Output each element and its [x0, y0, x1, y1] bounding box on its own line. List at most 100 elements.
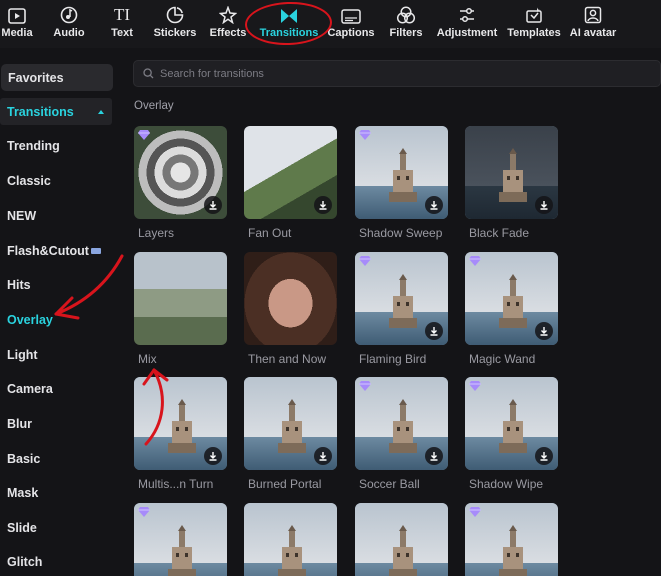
filters-icon	[396, 0, 416, 26]
transition-card[interactable]: Shadow Sweep	[355, 126, 448, 240]
transition-label: Black Fade	[469, 226, 530, 240]
download-icon[interactable]	[204, 447, 222, 465]
transition-card[interactable]: Flaming Bird	[355, 252, 448, 366]
sidebar-item-label: Blur	[7, 416, 32, 431]
premium-gem-icon	[359, 381, 371, 391]
sidebar-item-overlay[interactable]: Overlay	[0, 306, 112, 333]
sidebar-item-mask[interactable]: Mask	[0, 479, 112, 506]
search-input[interactable]: Search for transitions	[133, 60, 661, 87]
transition-card[interactable]: Then and Now	[244, 252, 337, 366]
premium-gem-icon	[469, 507, 481, 517]
toolbar-audio-label: Audio	[53, 27, 85, 39]
download-icon[interactable]	[314, 196, 332, 214]
sidebar-item-classic[interactable]: Classic	[0, 167, 112, 194]
premium-gem-icon	[359, 130, 371, 140]
sidebar-item-flash-cutout[interactable]: Flash&Cutout	[0, 237, 112, 264]
search-placeholder: Search for transitions	[160, 67, 264, 80]
transition-label: Fan Out	[248, 226, 292, 240]
transition-thumbnail	[244, 126, 337, 219]
download-icon[interactable]	[535, 322, 553, 340]
download-icon[interactable]	[204, 196, 222, 214]
transition-label: Multis...n Turn	[138, 477, 214, 491]
transition-card[interactable]: Burned Portal	[244, 377, 337, 491]
sidebar-item-label: Light	[7, 347, 38, 362]
text-icon: TI	[114, 0, 130, 26]
toolbar-audio[interactable]: Audio	[50, 0, 88, 48]
toolbar-filters[interactable]: Filters	[387, 0, 425, 48]
ai-avatar-icon	[584, 0, 602, 26]
transition-thumbnail	[355, 252, 448, 345]
sidebar-item-new[interactable]: NEW	[0, 202, 112, 229]
sidebar-item-glitch[interactable]: Glitch	[0, 548, 112, 575]
sidebar-item-blur[interactable]: Blur	[0, 410, 112, 437]
premium-gem-icon	[359, 256, 371, 266]
captions-icon	[341, 0, 361, 26]
templates-icon	[525, 0, 543, 26]
media-icon	[8, 0, 26, 26]
top-toolbar: Media Audio TI Text Stickers Effects Tra…	[0, 0, 661, 48]
transition-thumbnail	[355, 503, 448, 576]
sidebar-item-label: Glitch	[7, 554, 43, 569]
sidebar-item-label: Slide	[7, 520, 37, 535]
sidebar-item-trending[interactable]: Trending	[0, 132, 112, 159]
toolbar-adjustment-label: Adjustment	[436, 27, 498, 39]
transition-card[interactable]	[355, 503, 448, 576]
sidebar-item-camera[interactable]: Camera	[0, 375, 112, 402]
transition-thumbnail	[244, 252, 337, 345]
transition-card[interactable]: Mix	[134, 252, 227, 366]
transition-thumbnail	[355, 377, 448, 470]
download-icon[interactable]	[535, 196, 553, 214]
premium-gem-icon	[138, 507, 150, 517]
sidebar-item-label: Hits	[7, 277, 31, 292]
transition-card[interactable]: Magic Wand	[465, 252, 558, 366]
transition-card[interactable]: Black Fade	[465, 126, 558, 240]
premium-gem-icon	[469, 381, 481, 391]
sidebar-favorites-label: Favorites	[8, 70, 64, 85]
premium-gem-icon	[138, 130, 150, 140]
transition-card[interactable]: Multis...n Turn	[134, 377, 227, 491]
download-icon[interactable]	[314, 447, 332, 465]
transition-card[interactable]	[134, 503, 227, 576]
transition-card[interactable]: Layers	[134, 126, 227, 240]
toolbar-templates-label: Templates	[507, 27, 561, 39]
transition-card[interactable]: Shadow Wipe	[465, 377, 558, 491]
sidebar-item-favorites[interactable]: Favorites	[1, 64, 113, 91]
download-icon[interactable]	[535, 447, 553, 465]
toolbar-stickers[interactable]: Stickers	[153, 0, 197, 48]
download-icon[interactable]	[425, 322, 443, 340]
toolbar-stickers-label: Stickers	[153, 27, 197, 39]
chevron-up-icon	[98, 109, 104, 114]
transition-label: Layers	[138, 226, 175, 240]
toolbar-transitions-label: Transitions	[259, 27, 319, 39]
transition-thumbnail	[134, 377, 227, 470]
toolbar-ai-avatar-label: AI avatar	[569, 27, 617, 39]
sidebar-group-label: Transitions	[7, 104, 74, 119]
transition-card[interactable]: Fan Out	[244, 126, 337, 240]
transition-label: Shadow Sweep	[359, 226, 443, 240]
sidebar-item-hits[interactable]: Hits	[0, 271, 112, 298]
transition-card[interactable]	[244, 503, 337, 576]
transition-thumbnail	[355, 126, 448, 219]
toolbar-media[interactable]: Media	[0, 0, 34, 48]
toolbar-text-label: Text	[111, 27, 133, 39]
transition-card[interactable]: Soccer Ball	[355, 377, 448, 491]
toolbar-effects[interactable]: Effects	[208, 0, 248, 48]
sidebar-item-slide[interactable]: Slide	[0, 514, 112, 541]
toolbar-templates[interactable]: Templates	[506, 0, 562, 48]
download-icon[interactable]	[425, 196, 443, 214]
toolbar-ai-avatar[interactable]: AI avatar	[569, 0, 617, 48]
toolbar-media-label: Media	[1, 27, 33, 39]
transitions-icon	[280, 0, 298, 26]
download-icon[interactable]	[425, 447, 443, 465]
sidebar-item-light[interactable]: Light	[0, 341, 112, 368]
sidebar-item-basic[interactable]: Basic	[0, 445, 112, 472]
sidebar-group-transitions[interactable]: Transitions	[0, 98, 112, 125]
toolbar-text[interactable]: TI Text	[103, 0, 141, 48]
transition-thumbnail	[465, 503, 558, 576]
toolbar-adjustment[interactable]: Adjustment	[436, 0, 498, 48]
transition-thumbnail	[244, 377, 337, 470]
transition-card[interactable]	[465, 503, 558, 576]
toolbar-captions[interactable]: Captions	[326, 0, 376, 48]
transition-label: Flaming Bird	[359, 352, 427, 366]
toolbar-transitions[interactable]: Transitions	[256, 0, 322, 48]
